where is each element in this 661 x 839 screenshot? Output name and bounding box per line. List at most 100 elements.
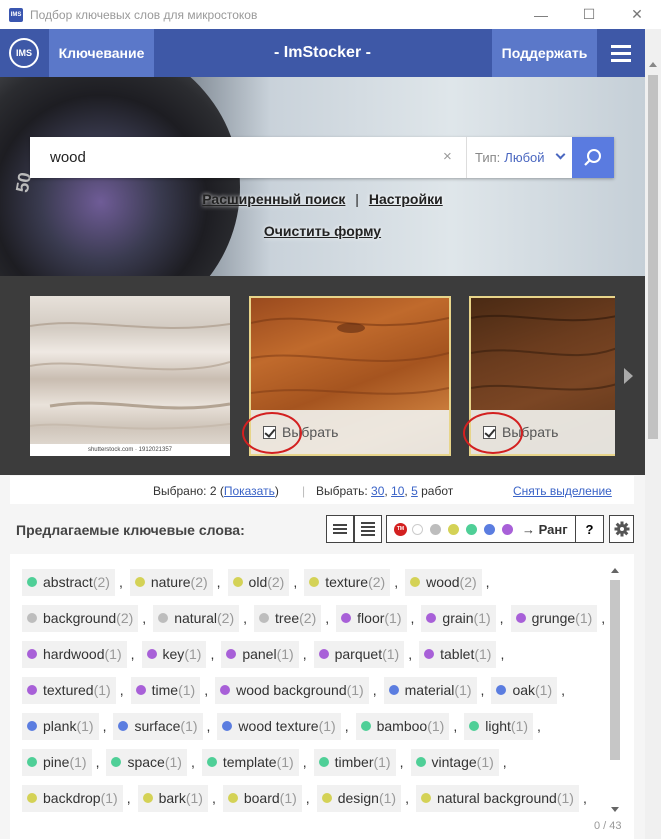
keyword-chip[interactable]: hardwood (1) xyxy=(22,640,127,668)
clear-search-icon[interactable]: × xyxy=(443,148,452,165)
pick-30-link[interactable]: 30 xyxy=(371,484,384,498)
keyword-color-dot xyxy=(27,685,37,695)
color-filter-dot[interactable] xyxy=(466,523,477,535)
keyword-count: (1) xyxy=(427,718,445,734)
keyword-separator: , xyxy=(500,646,505,662)
settings-link[interactable]: Настройки xyxy=(369,191,443,207)
keyword-chip[interactable]: template (1) xyxy=(201,748,299,776)
keyword-chip[interactable]: time (1) xyxy=(130,676,201,704)
maximize-button[interactable]: ☐ xyxy=(565,0,613,29)
close-button[interactable]: ✕ xyxy=(613,0,661,29)
keyword-chip[interactable]: grain (1) xyxy=(421,604,496,632)
keyword-chip[interactable]: tablet (1) xyxy=(419,640,497,668)
keyword-chip[interactable]: wood (2) xyxy=(405,568,482,596)
scroll-down-arrow-icon[interactable] xyxy=(611,807,619,812)
keyword-chip[interactable]: board (1) xyxy=(222,784,302,812)
support-button[interactable]: Поддержать xyxy=(492,29,597,77)
pick-5-link[interactable]: 5 xyxy=(411,484,418,498)
keyword-chip[interactable]: floor (1) xyxy=(336,604,407,632)
keyword-chip[interactable]: plank (1) xyxy=(22,712,99,740)
keyword-chip[interactable]: texture (2) xyxy=(304,568,391,596)
color-filter-dot[interactable] xyxy=(430,523,441,535)
type-select[interactable]: Тип: Любой xyxy=(466,137,572,178)
show-selected-link[interactable]: Показать xyxy=(224,484,275,498)
keyword-count: (2) xyxy=(368,574,386,590)
keyword-chip[interactable]: bamboo (1) xyxy=(355,712,450,740)
settings-gear-icon[interactable] xyxy=(609,515,634,543)
keyword-chip[interactable]: oak (1) xyxy=(491,676,558,704)
keyword-word: tree xyxy=(275,610,300,626)
keyword-chip[interactable]: natural background (1) xyxy=(415,784,579,812)
keyword-color-dot xyxy=(146,649,157,659)
keyword-chip[interactable]: space (1) xyxy=(106,748,187,776)
keyword-chip[interactable]: grunge (1) xyxy=(510,604,598,632)
keyword-chip[interactable]: design (1) xyxy=(316,784,402,812)
search-input[interactable] xyxy=(30,137,466,178)
gallery-next-arrow-icon[interactable] xyxy=(624,368,633,384)
keyword-chip[interactable]: parquet (1) xyxy=(313,640,405,668)
keyword-chip[interactable]: wood background (1) xyxy=(215,676,369,704)
color-filter-dot[interactable] xyxy=(484,523,495,535)
keyword-word: backdrop xyxy=(43,790,101,806)
keyword-color-dot xyxy=(259,613,270,623)
keyword-color-dot xyxy=(27,721,37,731)
clear-form-link[interactable]: Очистить форму xyxy=(264,223,381,239)
trademark-filter-icon[interactable]: TM xyxy=(394,522,407,536)
keyword-separator: , xyxy=(211,790,216,806)
keyword-chip[interactable]: panel (1) xyxy=(221,640,299,668)
keyword-chip[interactable]: old (2) xyxy=(227,568,290,596)
color-filter-dot[interactable] xyxy=(448,523,459,535)
advanced-search-link[interactable]: Расширенный поиск xyxy=(202,191,345,207)
rank-sort-button[interactable]: → Ранг xyxy=(522,522,568,537)
keyword-chip[interactable]: natural (2) xyxy=(153,604,240,632)
keyword-word: pine xyxy=(43,754,70,770)
wood-texture-image xyxy=(30,322,230,430)
list-view-icon[interactable] xyxy=(354,515,382,543)
scrollbar-thumb[interactable] xyxy=(648,75,658,439)
window-scrollbar[interactable] xyxy=(645,29,661,839)
keyword-chip[interactable]: textured (1) xyxy=(22,676,116,704)
nav-keywording-button[interactable]: Ключевание xyxy=(49,29,154,77)
keyword-chip[interactable]: key (1) xyxy=(141,640,207,668)
keyword-chip[interactable]: nature (2) xyxy=(129,568,213,596)
keyword-chip[interactable]: backdrop (1) xyxy=(22,784,123,812)
keyword-row: plank (1), surface (1), wood texture (1), bamb… xyxy=(22,708,602,744)
app-window: IMS Подбор ключевых слов для микростоков… xyxy=(0,0,661,839)
keyword-separator: , xyxy=(405,790,409,806)
minimize-button[interactable]: — xyxy=(517,0,565,29)
search-button[interactable] xyxy=(572,137,614,178)
keyword-chip[interactable]: background (2) xyxy=(22,604,139,632)
keyword-color-dot xyxy=(226,649,237,659)
scroll-up-arrow-icon[interactable] xyxy=(649,62,657,67)
pick-10-link[interactable]: 10 xyxy=(391,484,404,498)
keyword-color-dot xyxy=(206,757,217,767)
keyword-color-dot xyxy=(27,613,37,623)
keyword-chip[interactable]: material (1) xyxy=(383,676,477,704)
keyword-scrollbar[interactable] xyxy=(608,566,622,812)
scroll-up-arrow-icon[interactable] xyxy=(611,568,619,573)
result-thumbnail[interactable]: shutterstock.com · 1912021357 xyxy=(30,296,230,456)
keyword-chip[interactable]: timber (1) xyxy=(313,748,396,776)
keyword-chip[interactable]: wood texture (1) xyxy=(217,712,341,740)
pick-count: Выбрать: 30, 10, 5 работ xyxy=(316,484,454,498)
hamburger-menu-icon[interactable] xyxy=(597,29,645,77)
keyword-chip[interactable]: abstract (2) xyxy=(22,568,115,596)
keyword-chip[interactable]: bark (1) xyxy=(137,784,208,812)
wood-texture-image xyxy=(471,314,615,391)
keyword-count: (1) xyxy=(346,682,364,698)
compact-view-icon[interactable] xyxy=(326,515,354,543)
keyword-separator: , xyxy=(372,682,377,698)
keyword-chip[interactable]: light (1) xyxy=(464,712,534,740)
color-filter-dot[interactable] xyxy=(412,523,423,535)
keyword-chip[interactable]: surface (1) xyxy=(113,712,203,740)
keyword-chip[interactable]: pine (1) xyxy=(22,748,92,776)
keyword-chip[interactable]: vintage (1) xyxy=(410,748,499,776)
help-button[interactable]: ? xyxy=(575,515,603,543)
keyword-chip[interactable]: tree (2) xyxy=(254,604,322,632)
keyword-count: (2) xyxy=(459,574,477,590)
scrollbar-thumb[interactable] xyxy=(610,580,620,760)
color-filter-dot[interactable] xyxy=(502,523,513,535)
unselect-link[interactable]: Снять выделение xyxy=(513,484,612,498)
keyword-separator: , xyxy=(408,646,413,662)
imstocker-logo[interactable]: IMS xyxy=(9,38,39,68)
